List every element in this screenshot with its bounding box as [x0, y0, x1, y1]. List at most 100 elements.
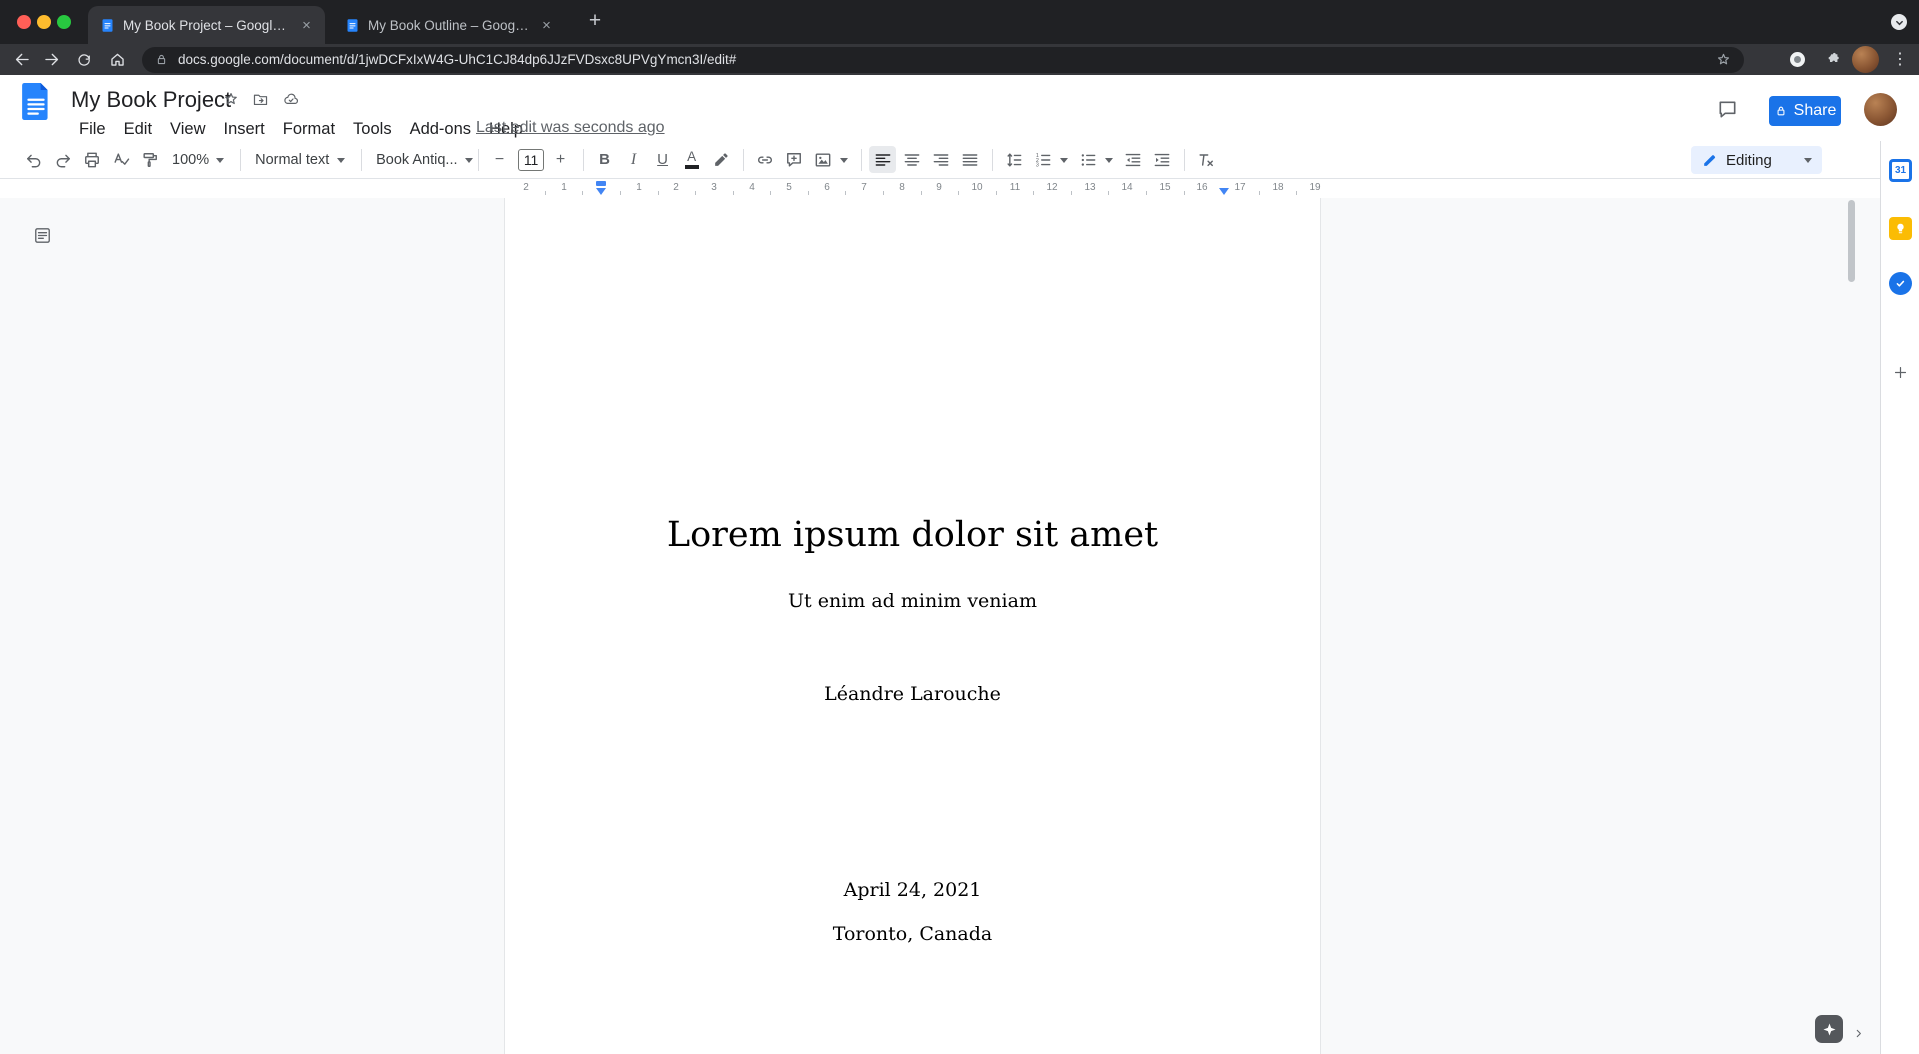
home-icon[interactable]: [102, 44, 132, 75]
print-icon[interactable]: [78, 146, 105, 173]
numbered-list-select[interactable]: 1 2 3: [1029, 146, 1072, 173]
vertical-scrollbar[interactable]: [1848, 200, 1855, 282]
window-close-button[interactable]: [17, 15, 31, 29]
add-comment-icon[interactable]: [780, 146, 807, 173]
new-tab-button[interactable]: +: [582, 8, 608, 34]
text-color-letter: A: [687, 150, 696, 163]
ruler-tick: [658, 191, 659, 195]
align-right-button[interactable]: [927, 146, 954, 173]
menu-item[interactable]: Add-ons: [401, 118, 480, 141]
left-indent-marker[interactable]: [596, 188, 606, 195]
browser-menu-icon[interactable]: ⋮: [1892, 49, 1908, 69]
side-panel-chevron[interactable]: [1847, 1022, 1869, 1044]
last-edit-link[interactable]: Last edit was seconds ago: [476, 119, 665, 137]
paragraph-style-select[interactable]: Normal text: [248, 146, 352, 173]
menu-item[interactable]: File: [70, 118, 115, 141]
doc-text-date[interactable]: April 24, 2021: [505, 879, 1320, 901]
line-spacing-icon[interactable]: [1000, 146, 1027, 173]
mode-select[interactable]: Editing: [1691, 146, 1822, 174]
docs-header: My Book Project FileEditViewInsertFormat…: [0, 75, 1919, 141]
toolbar-divider: [361, 149, 362, 171]
doc-text-author[interactable]: Léandre Larouche: [505, 683, 1320, 705]
undo-icon[interactable]: [20, 146, 47, 173]
align-center-button[interactable]: [898, 146, 925, 173]
address-bar[interactable]: docs.google.com/document/d/1jwDCFxIxW4G-…: [142, 47, 1744, 73]
bulleted-list-select[interactable]: [1074, 146, 1117, 173]
paint-format-icon[interactable]: [136, 146, 163, 173]
document-page[interactable]: Lorem ipsum dolor sit amet Ut enim ad mi…: [504, 198, 1321, 1054]
back-icon[interactable]: [7, 44, 37, 75]
bookmark-star-icon[interactable]: [1715, 51, 1732, 68]
first-line-indent-marker[interactable]: [596, 181, 606, 186]
insert-image-select[interactable]: [809, 146, 852, 173]
menu-item[interactable]: Insert: [215, 118, 274, 141]
menu-item[interactable]: Edit: [115, 118, 161, 141]
show-outline-icon[interactable]: [33, 226, 52, 245]
extensions-puzzle-icon[interactable]: [1825, 51, 1842, 68]
tasks-icon[interactable]: [1889, 272, 1912, 295]
text-color-button[interactable]: A: [678, 146, 705, 173]
decrease-indent-icon[interactable]: [1119, 146, 1146, 173]
ruler-number: 9: [936, 182, 942, 193]
redo-icon[interactable]: [49, 146, 76, 173]
font-select[interactable]: Book Antiq...: [369, 146, 469, 173]
ruler-number: 15: [1159, 182, 1170, 193]
toolbar-divider: [743, 149, 744, 171]
align-left-button[interactable]: [869, 146, 896, 173]
ruler-tick: [733, 191, 734, 195]
highlight-color-button[interactable]: [707, 146, 734, 173]
bold-button[interactable]: B: [591, 146, 618, 173]
tab-title: My Book Outline – Google Doc: [368, 18, 530, 33]
window-zoom-button[interactable]: [57, 15, 71, 29]
move-to-folder-icon[interactable]: [251, 91, 270, 108]
font-size-input[interactable]: 11: [518, 149, 544, 171]
reload-icon[interactable]: [69, 44, 99, 75]
docs-logo-icon[interactable]: [22, 83, 50, 120]
share-button[interactable]: Share: [1769, 96, 1841, 126]
extension-icon[interactable]: [1790, 52, 1805, 67]
tab-close-icon[interactable]: ×: [538, 17, 555, 34]
keep-icon[interactable]: [1889, 217, 1912, 240]
browser-tab-active[interactable]: My Book Project – Google Doc ×: [88, 6, 325, 44]
zoom-select[interactable]: 100%: [165, 146, 231, 173]
insert-link-icon[interactable]: [751, 146, 778, 173]
right-indent-marker[interactable]: [1219, 188, 1229, 195]
toolbar-divider: [1184, 149, 1185, 171]
doc-text-subtitle[interactable]: Ut enim ad minim veniam: [505, 590, 1320, 612]
doc-text-location[interactable]: Toronto, Canada: [505, 923, 1320, 945]
toolbar-divider: [861, 149, 862, 171]
menu-item[interactable]: View: [161, 118, 214, 141]
browser-tab-inactive[interactable]: My Book Outline – Google Doc ×: [333, 6, 565, 44]
ruler-number: 6: [824, 182, 830, 193]
star-document-icon[interactable]: [222, 90, 240, 108]
tab-strip-circle-icon[interactable]: [1891, 14, 1907, 30]
tab-close-icon[interactable]: ×: [298, 17, 315, 34]
ruler[interactable]: 2112345678910111213141516171819: [0, 180, 1919, 198]
italic-button[interactable]: I: [620, 146, 647, 173]
forward-icon[interactable]: [36, 44, 66, 75]
document-title[interactable]: My Book Project: [71, 87, 231, 113]
account-avatar[interactable]: [1864, 93, 1897, 126]
increase-indent-icon[interactable]: [1148, 146, 1175, 173]
pencil-icon: [1701, 152, 1718, 169]
clear-formatting-icon[interactable]: [1192, 146, 1219, 173]
spellcheck-icon[interactable]: [107, 146, 134, 173]
underline-button[interactable]: U: [649, 146, 676, 173]
align-justify-button[interactable]: [956, 146, 983, 173]
paragraph-style-value: Normal text: [255, 152, 329, 168]
comment-history-icon[interactable]: [1716, 98, 1739, 121]
ruler-tick: [620, 191, 621, 195]
explore-button[interactable]: [1815, 1015, 1843, 1043]
ruler-number: 14: [1121, 182, 1132, 193]
add-panel-app-icon[interactable]: [1889, 361, 1912, 384]
browser-profile-avatar[interactable]: [1852, 46, 1879, 73]
menu-item[interactable]: Format: [274, 118, 344, 141]
font-size-increase-button[interactable]: +: [547, 146, 574, 173]
window-minimize-button[interactable]: [37, 15, 51, 29]
calendar-icon[interactable]: 31: [1889, 159, 1912, 182]
menu-item[interactable]: Tools: [344, 118, 401, 141]
font-size-decrease-button[interactable]: −: [486, 146, 513, 173]
explore-star-icon: [1821, 1021, 1838, 1038]
cloud-saved-icon[interactable]: [281, 91, 301, 108]
doc-text-title[interactable]: Lorem ipsum dolor sit amet: [505, 515, 1320, 555]
